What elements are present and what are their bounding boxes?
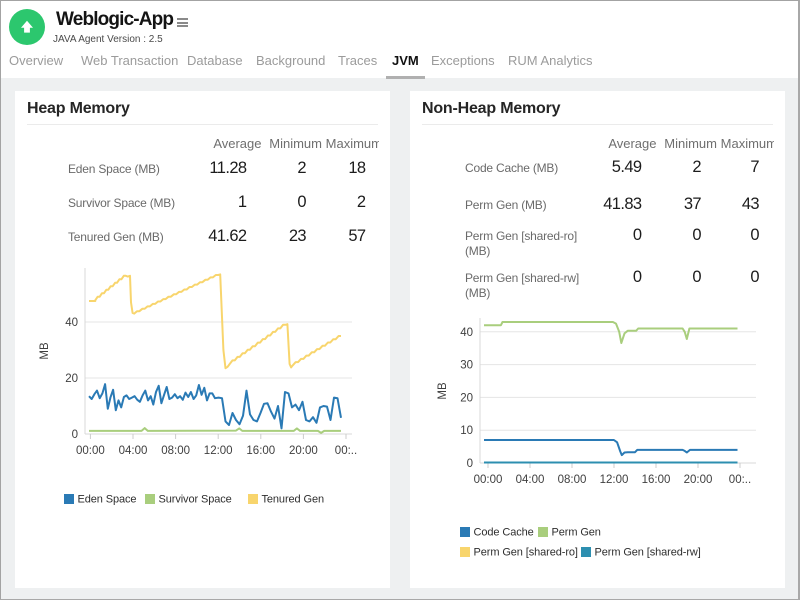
- svg-text:00:00: 00:00: [474, 474, 503, 486]
- svg-text:MB: MB: [39, 342, 51, 360]
- svg-text:40: 40: [460, 327, 473, 339]
- svg-text:16:00: 16:00: [246, 445, 275, 457]
- svg-text:20:00: 20:00: [289, 445, 318, 457]
- svg-text:20:00: 20:00: [684, 474, 713, 486]
- svg-text:04:00: 04:00: [119, 445, 148, 457]
- svg-text:MB: MB: [437, 382, 449, 400]
- svg-text:04:00: 04:00: [516, 474, 545, 486]
- svg-text:0: 0: [72, 429, 78, 441]
- svg-text:08:00: 08:00: [558, 474, 587, 486]
- svg-text:00:00: 00:00: [76, 445, 105, 457]
- svg-text:30: 30: [460, 360, 473, 372]
- svg-text:40: 40: [65, 317, 78, 329]
- svg-text:12:00: 12:00: [204, 445, 233, 457]
- svg-text:00:..: 00:..: [335, 445, 357, 457]
- svg-text:20: 20: [460, 392, 473, 404]
- svg-text:00:..: 00:..: [729, 474, 751, 486]
- svg-text:0: 0: [467, 458, 473, 470]
- svg-text:16:00: 16:00: [642, 474, 671, 486]
- svg-text:12:00: 12:00: [600, 474, 629, 486]
- svg-text:20: 20: [65, 373, 78, 385]
- svg-text:08:00: 08:00: [161, 445, 190, 457]
- svg-text:10: 10: [460, 425, 473, 437]
